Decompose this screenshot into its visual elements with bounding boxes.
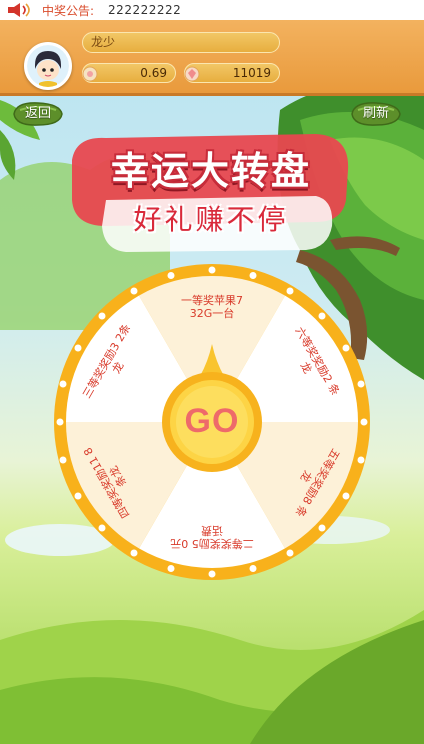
- coin-value: 0.69: [140, 66, 167, 80]
- refresh-button-label: 刷新: [362, 106, 389, 121]
- title-main: 幸运大转盘: [110, 149, 311, 193]
- announcement-bar: 中奖公告: 222222222: [0, 0, 424, 20]
- prize-label: 二等奖奖励5 0元话费: [170, 524, 254, 550]
- coin-balance: 0.69: [82, 63, 176, 83]
- prize-label: 一等奖苹果7 32G一台: [181, 294, 243, 320]
- back-button-label: 返回: [24, 106, 51, 121]
- back-button[interactable]: 返回: [10, 100, 66, 128]
- go-button[interactable]: GO: [162, 344, 262, 472]
- title-sub: 好礼赚不停: [133, 203, 289, 236]
- gem-value: 11019: [232, 66, 271, 80]
- go-button-label: GO: [184, 402, 240, 440]
- speaker-icon: [8, 3, 30, 17]
- username-field: 龙少: [82, 32, 280, 53]
- announcement-message: 222222222: [108, 3, 182, 17]
- page-title: 幸运大转盘 好礼赚不停: [66, 130, 356, 260]
- refresh-button[interactable]: 刷新: [348, 100, 404, 128]
- prize-wheel[interactable]: 一等奖苹果7 32G一台 六等奖奖励2 条龙 五等奖奖励8 条龙 二等奖奖励5 …: [52, 262, 372, 582]
- coin-icon: [82, 66, 98, 82]
- user-header: 龙少 0.69 11019: [0, 20, 424, 96]
- announcement-label: 中奖公告:: [42, 3, 95, 18]
- avatar[interactable]: [24, 42, 72, 90]
- gem-icon: [184, 66, 200, 82]
- gem-balance: 11019: [184, 63, 280, 83]
